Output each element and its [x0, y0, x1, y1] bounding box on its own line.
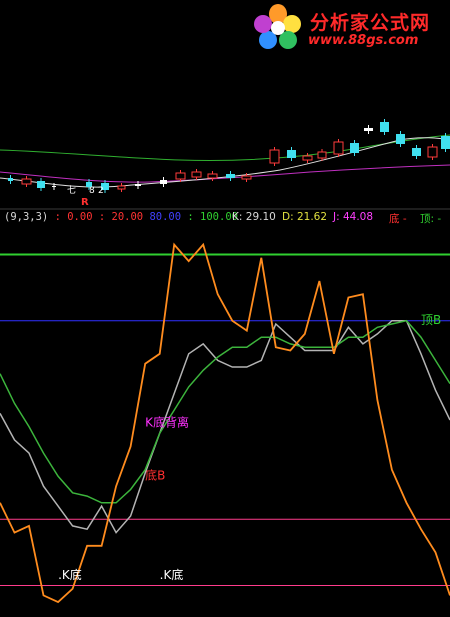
param-text: (9,3,3): [4, 211, 49, 223]
candlestick: [427, 146, 438, 158]
level-20-text: : 20.00: [98, 211, 144, 223]
ding-signal: 顶: -: [420, 213, 442, 225]
candlestick: [364, 128, 373, 131]
candle-label-2: 8: [89, 186, 95, 196]
candlestick: [350, 143, 359, 153]
candlestick: [8, 178, 13, 181]
indicator-header: (9,3,3) : 0.00 : 20.00 80.00 : 100.00: [4, 211, 238, 225]
flower-logo-icon: [254, 4, 301, 49]
annotation-4: .K底: [160, 567, 184, 582]
candlestick: [160, 180, 167, 184]
candlestick: [191, 171, 202, 178]
annotation-1: 底B: [145, 468, 165, 483]
di-signal: 底 -: [389, 213, 407, 225]
candlestick: [135, 184, 141, 186]
candlestick: [117, 185, 126, 190]
level-0-text: : 0.00: [54, 211, 93, 223]
candlestick: [207, 173, 218, 179]
candlestick: [412, 148, 421, 156]
candle-label-3: 2: [98, 186, 104, 196]
candlestick: [302, 155, 313, 161]
level-80-text: 80.00: [149, 211, 182, 223]
candlestick: [380, 122, 389, 132]
logo-title: 分析家公式网: [310, 12, 431, 34]
candlestick: [226, 174, 235, 178]
annotation-0: K底背离: [145, 415, 189, 430]
level-100-text: : 100.00: [187, 211, 238, 223]
candlestick: [269, 149, 280, 164]
candlestick: [175, 172, 186, 180]
candlestick: [37, 181, 45, 188]
candlestick: [52, 186, 56, 187]
candle-label-1: 七: [67, 186, 77, 196]
candlestick: [21, 178, 32, 185]
candlestick: [317, 151, 327, 159]
candlestick: [287, 150, 296, 158]
candlestick: [333, 141, 344, 155]
r-marker: R: [81, 197, 89, 208]
site-logo: 分析家公式网 www.88gs.com: [250, 2, 446, 54]
j-value: J: 44.08: [333, 211, 374, 223]
annotation-2: 顶B: [421, 313, 441, 327]
d-value: D: 21.62: [282, 211, 328, 223]
kdj-chart-canvas: K底背离底B 顶B .K底 .K底: [0, 0, 450, 617]
annotation-3: .K底: [58, 567, 82, 582]
candlestick: [241, 175, 252, 180]
k-value: K: 29.10: [232, 211, 276, 223]
candlestick: [441, 136, 450, 149]
logo-url: www.88gs.com: [308, 33, 419, 48]
candlestick: [396, 134, 405, 144]
